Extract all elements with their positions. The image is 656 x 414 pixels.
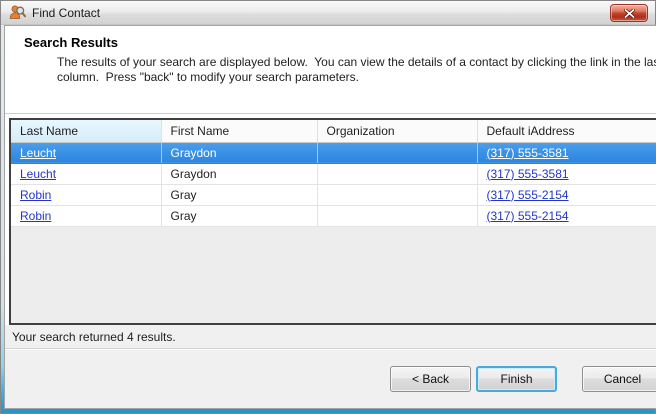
- iaddress-link[interactable]: (317) 555-2154: [487, 188, 569, 202]
- results-table-frame: Last NameFirst NameOrganizationDefault i…: [9, 118, 656, 325]
- page-title: Search Results: [24, 35, 656, 50]
- last-name-link[interactable]: Leucht: [20, 146, 56, 160]
- first-name-cell: Gray: [161, 184, 317, 205]
- window-title: Find Contact: [32, 6, 100, 20]
- description-line: column. Press "back" to modify your sear…: [57, 70, 656, 85]
- page-description: The results of your search are displayed…: [57, 55, 656, 85]
- organization-cell: [317, 142, 477, 163]
- table-row[interactable]: Robin Gray (317) 555-2154: [11, 184, 656, 205]
- find-contact-dialog: Find Contact Search Results The results …: [0, 0, 656, 414]
- table-row[interactable]: Leucht Graydon (317) 555-3581: [11, 163, 656, 184]
- results-table-header-row: Last NameFirst NameOrganizationDefault i…: [11, 120, 656, 142]
- organization-cell: [317, 184, 477, 205]
- close-icon: [624, 9, 635, 18]
- organization-cell: [317, 163, 477, 184]
- iaddress-link[interactable]: (317) 555-2154: [487, 209, 569, 223]
- last-name-link[interactable]: Robin: [20, 209, 51, 223]
- description-line: The results of your search are displayed…: [57, 55, 656, 70]
- close-button[interactable]: [610, 4, 648, 22]
- dialog-content: Search Results The results of your searc…: [4, 25, 656, 409]
- iaddress-link[interactable]: (317) 555-3581: [487, 167, 569, 181]
- table-row[interactable]: Leucht Graydon (317) 555-3581: [11, 142, 656, 163]
- back-button[interactable]: < Back: [390, 366, 471, 392]
- results-table: Last NameFirst NameOrganizationDefault i…: [11, 120, 656, 227]
- organization-cell: [317, 205, 477, 226]
- window-frame: Search Results The results of your searc…: [1, 25, 655, 413]
- first-name-cell: Graydon: [161, 142, 317, 163]
- column-header-organization[interactable]: Organization: [317, 120, 477, 142]
- finish-button[interactable]: Finish: [476, 366, 557, 392]
- status-bar: Your search returned 4 results.: [5, 325, 656, 348]
- find-contact-icon: [9, 4, 26, 21]
- iaddress-link[interactable]: (317) 555-3581: [487, 146, 569, 160]
- first-name-cell: Graydon: [161, 163, 317, 184]
- button-bar: < Back Finish Cancel: [5, 348, 656, 408]
- last-name-link[interactable]: Robin: [20, 188, 51, 202]
- table-row[interactable]: Robin Gray (317) 555-2154: [11, 205, 656, 226]
- column-header-first-name[interactable]: First Name: [161, 120, 317, 142]
- results-area: Last NameFirst NameOrganizationDefault i…: [5, 114, 656, 325]
- column-header-last-name[interactable]: Last Name: [11, 120, 161, 142]
- results-table-body: Leucht Graydon (317) 555-3581 Leucht Graydon…: [11, 142, 656, 226]
- titlebar[interactable]: Find Contact: [1, 1, 655, 25]
- wizard-header: Search Results The results of your searc…: [5, 26, 656, 114]
- column-header-default-iaddress[interactable]: Default iAddress: [477, 120, 656, 142]
- first-name-cell: Gray: [161, 205, 317, 226]
- status-text: Your search returned 4 results.: [12, 330, 176, 344]
- last-name-link[interactable]: Leucht: [20, 167, 56, 181]
- cancel-button[interactable]: Cancel: [582, 366, 656, 392]
